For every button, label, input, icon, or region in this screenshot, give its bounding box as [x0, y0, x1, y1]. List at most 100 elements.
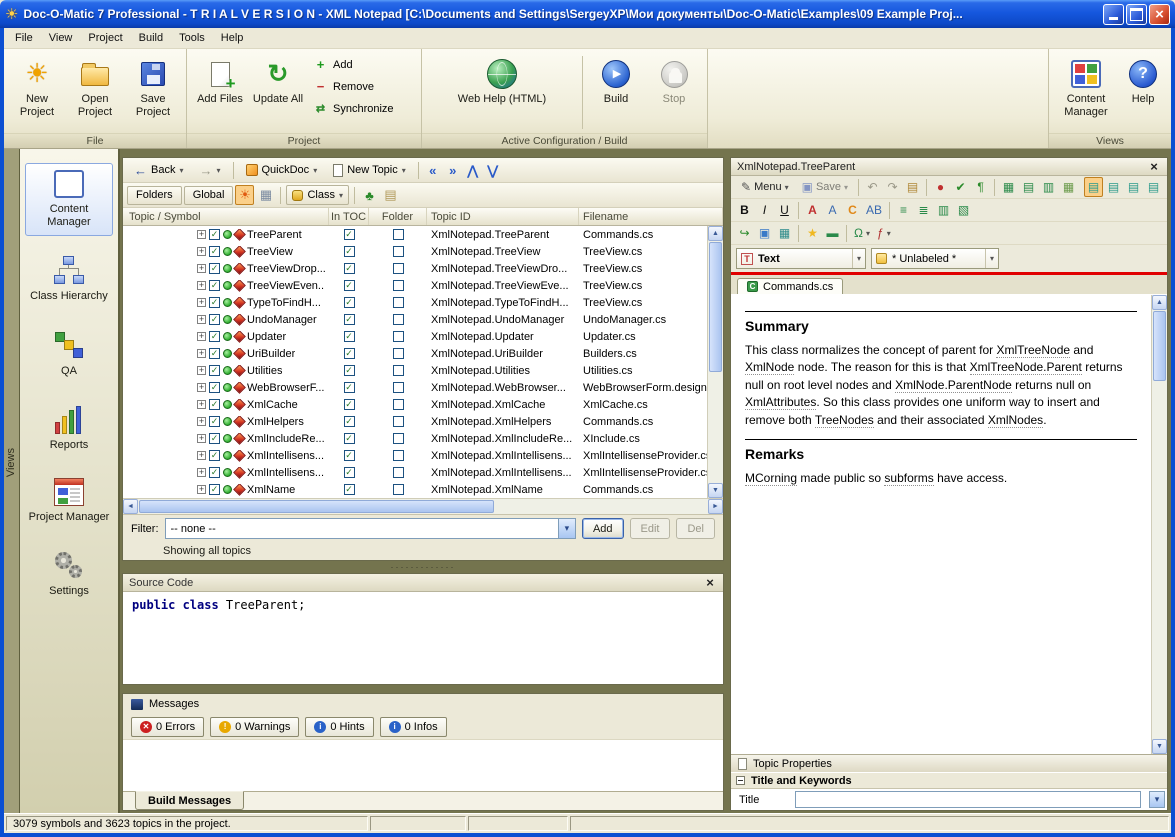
info-counter-button[interactable]: i0 Infos [380, 717, 447, 737]
scroll-thumb[interactable] [709, 242, 722, 372]
editor-scrollbar[interactable] [1151, 295, 1167, 754]
collapse-icon[interactable] [736, 776, 745, 785]
topic-row[interactable]: +✓UriBuilder✓XmlNotepad.UriBuilderBuilde… [123, 345, 707, 362]
expand-icon[interactable]: + [197, 434, 206, 443]
in-toc-checkbox[interactable]: ✓ [344, 382, 355, 393]
horizontal-rule-icon[interactable]: ▬ [823, 223, 842, 243]
doc-link[interactable]: XmlTreeNode.Parent [970, 360, 1082, 375]
expand-icon[interactable]: + [197, 247, 206, 256]
folder-checkbox[interactable] [393, 450, 404, 461]
table-style-icon[interactable]: ▥ [934, 200, 953, 220]
combo-arrow-icon[interactable] [558, 519, 575, 538]
new-project-button[interactable]: New Project [8, 52, 66, 133]
doc-link[interactable]: MCorning [745, 471, 797, 486]
topic-checkbox[interactable]: ✓ [209, 263, 220, 274]
add-files-button[interactable]: Add Files [191, 52, 249, 133]
menu-file[interactable]: File [7, 30, 41, 46]
expand-icon[interactable]: + [197, 264, 206, 273]
font-color-icon[interactable]: A [803, 200, 822, 220]
topic-checkbox[interactable]: ✓ [209, 314, 220, 325]
label-combo[interactable]: * Unlabeled * [871, 248, 999, 269]
topic-checkbox[interactable]: ✓ [209, 280, 220, 291]
topic-properties-bar[interactable]: Topic Properties [731, 754, 1167, 772]
scroll-track[interactable] [1152, 310, 1167, 739]
topic-checkbox[interactable]: ✓ [209, 484, 220, 495]
folder-checkbox[interactable] [393, 280, 404, 291]
insert-symbol-button[interactable]: Ω [851, 223, 873, 243]
insert-image-icon[interactable]: ▣ [755, 223, 774, 243]
sidebar-item-qa[interactable]: QA [25, 323, 113, 385]
folder-checkbox[interactable] [393, 229, 404, 240]
topic-checkbox[interactable]: ✓ [209, 348, 220, 359]
title-input[interactable] [795, 791, 1141, 808]
scroll-down-button[interactable] [1152, 739, 1167, 754]
topic-content[interactable]: Summary This class normalizes the concep… [731, 295, 1151, 754]
horizontal-scrollbar[interactable] [123, 498, 723, 514]
topic-row[interactable]: +✓Utilities✓XmlNotepad.UtilitiesUtilitie… [123, 362, 707, 379]
title-combo-arrow[interactable] [1149, 791, 1165, 808]
in-toc-checkbox[interactable]: ✓ [344, 433, 355, 444]
expand-icon[interactable]: + [197, 417, 206, 426]
topic-checkbox[interactable]: ✓ [209, 416, 220, 427]
folder-checkbox[interactable] [393, 297, 404, 308]
scroll-track[interactable] [708, 241, 723, 483]
hint-counter-button[interactable]: i0 Hints [305, 717, 373, 737]
tab-build-messages[interactable]: Build Messages [135, 791, 244, 810]
topic-row[interactable]: +✓XmlIntellisens...✓XmlNotepad.XmlIntell… [123, 447, 707, 464]
menu-view[interactable]: View [41, 30, 81, 46]
folder-checkbox[interactable] [393, 263, 404, 274]
content-manager-button[interactable]: Content Manager [1053, 52, 1119, 133]
save-project-button[interactable]: Save Project [124, 52, 182, 133]
filter-add-button[interactable]: Add [582, 518, 624, 539]
in-toc-checkbox[interactable]: ✓ [344, 297, 355, 308]
close-editor-button[interactable] [1147, 160, 1161, 174]
folder-checkbox[interactable] [393, 365, 404, 376]
warning-counter-button[interactable]: !0 Warnings [210, 717, 299, 737]
view-mode-4-icon[interactable]: ▤ [1144, 177, 1163, 197]
folder-checkbox[interactable] [393, 467, 404, 478]
column-header-in-toc[interactable]: In TOC [329, 208, 369, 225]
title-bar[interactable]: ☀ Doc-O-Matic 7 Professional - T R I A L… [0, 0, 1175, 28]
topic-checkbox[interactable]: ✓ [209, 467, 220, 478]
topic-checkbox[interactable]: ✓ [209, 450, 220, 461]
insert-column-icon[interactable]: ▥ [1039, 177, 1058, 197]
help-button[interactable]: Help [1119, 52, 1167, 133]
topic-row[interactable]: +✓XmlName✓XmlNotepad.XmlNameCommands.cs [123, 481, 707, 498]
new-topic-button[interactable]: New Topic [326, 160, 413, 180]
topic-checkbox[interactable]: ✓ [209, 433, 220, 444]
numbered-list-icon[interactable]: ≣ [914, 200, 933, 220]
insert-field-button[interactable]: ƒ [874, 223, 894, 243]
messages-body[interactable] [123, 740, 723, 791]
next-symbol-button[interactable] [484, 161, 502, 179]
topic-row[interactable]: +✓Updater✓XmlNotepad.UpdaterUpdater.cs [123, 328, 707, 345]
bold-icon[interactable]: B [735, 200, 754, 220]
menu-button[interactable]: ✎Menu [735, 177, 795, 197]
scroll-right-button[interactable] [708, 499, 723, 514]
topic-row[interactable]: +✓XmlIntellisens...✓XmlNotepad.XmlIntell… [123, 464, 707, 481]
scroll-up-button[interactable] [708, 226, 723, 241]
in-toc-checkbox[interactable]: ✓ [344, 280, 355, 291]
spell-check-icon[interactable]: ✔ [951, 177, 970, 197]
expand-icon[interactable]: + [197, 315, 206, 324]
topic-row[interactable]: +✓XmlCache✓XmlNotepad.XmlCacheXmlCache.c… [123, 396, 707, 413]
title-keywords-section[interactable]: Title and Keywords [731, 772, 1167, 789]
save-button[interactable]: ▣Save [796, 177, 854, 197]
doc-link[interactable]: TreeNodes [815, 413, 874, 428]
column-header-filename[interactable]: Filename [579, 208, 723, 225]
redo-icon[interactable]: ↷ [883, 177, 902, 197]
close-source-panel-button[interactable] [703, 576, 717, 590]
folders-toggle[interactable]: Folders [127, 186, 182, 205]
italic-icon[interactable]: I [755, 200, 774, 220]
doc-link[interactable]: XmlAttributes [745, 395, 816, 410]
doc-link[interactable]: XmlTreeNode [996, 343, 1070, 358]
menu-project[interactable]: Project [80, 30, 130, 46]
in-toc-checkbox[interactable]: ✓ [344, 450, 355, 461]
underline-icon[interactable]: U [775, 200, 794, 220]
scroll-track[interactable] [138, 499, 708, 514]
quickdoc-button[interactable]: QuickDoc [239, 160, 325, 180]
close-button[interactable] [1149, 4, 1170, 25]
web-help-button[interactable]: Web Help (HTML) [426, 52, 578, 133]
in-toc-checkbox[interactable]: ✓ [344, 399, 355, 410]
undo-icon[interactable]: ↶ [863, 177, 882, 197]
error-counter-button[interactable]: ✕0 Errors [131, 717, 204, 737]
